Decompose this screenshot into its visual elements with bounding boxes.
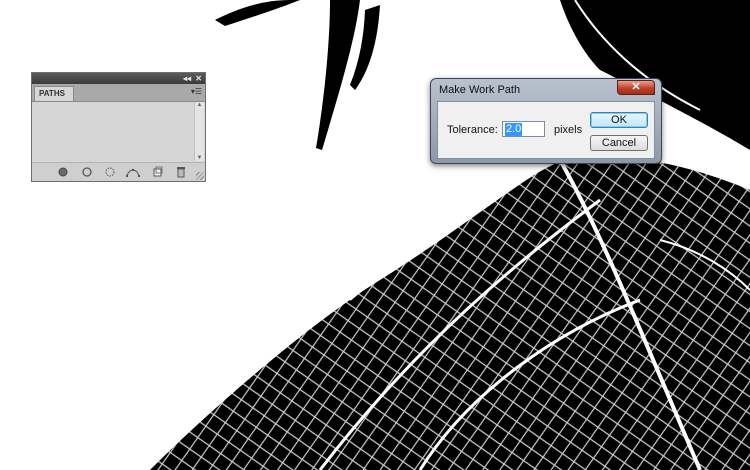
paths-scrollbar[interactable]: ▲ ▼ — [194, 102, 204, 161]
close-dialog-button[interactable]: ✕ — [617, 80, 655, 95]
panel-menu-icon[interactable]: ▾☰ — [191, 86, 202, 98]
panel-resize-grip[interactable] — [196, 172, 204, 180]
dialog-title: Make Work Path — [439, 84, 521, 96]
delete-path-icon[interactable] — [175, 166, 187, 178]
collapse-panel-icon[interactable]: ◂◂ — [183, 73, 191, 84]
tolerance-input[interactable]: 2.0 — [502, 121, 545, 137]
close-icon: ✕ — [631, 81, 641, 93]
tolerance-value: 2.0 — [505, 123, 523, 136]
make-work-path-dialog: Make Work Path ✕ Tolerance: 2.0 pixels O… — [430, 78, 662, 164]
tolerance-units-label: pixels — [554, 124, 583, 136]
make-work-path-icon[interactable] — [125, 166, 141, 178]
scroll-down-icon[interactable]: ▼ — [195, 155, 204, 161]
canvas-leaf-artwork — [150, 0, 750, 470]
panel-titlebar[interactable]: ◂◂ ✕ — [32, 73, 205, 84]
panel-tab-row: PATHS ▾☰ — [32, 84, 205, 102]
stroke-path-icon[interactable] — [81, 166, 93, 178]
fill-path-icon[interactable] — [57, 166, 69, 178]
close-panel-icon[interactable]: ✕ — [195, 73, 202, 84]
new-path-icon[interactable] — [152, 166, 164, 178]
paths-panel-footer — [32, 162, 205, 181]
dialog-body: Tolerance: 2.0 pixels OK Cancel — [437, 101, 655, 159]
scroll-up-icon[interactable]: ▲ — [195, 102, 204, 108]
tab-paths[interactable]: PATHS — [34, 86, 74, 101]
paths-list[interactable] — [34, 102, 194, 161]
ok-button[interactable]: OK — [590, 112, 648, 128]
cancel-button[interactable]: Cancel — [590, 135, 648, 151]
load-as-selection-icon[interactable] — [104, 166, 116, 178]
tolerance-label: Tolerance: — [447, 124, 498, 136]
paths-panel: ◂◂ ✕ PATHS ▾☰ ▲ ▼ — [31, 72, 206, 182]
